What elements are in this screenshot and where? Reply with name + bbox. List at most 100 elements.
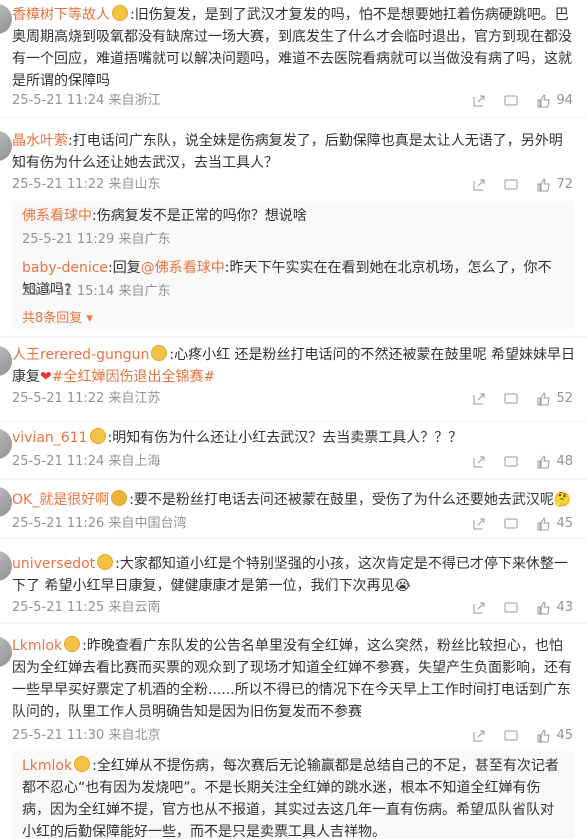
comment-text: Lkmlok:昨晚查看广东队发的公告名单里没有全红婵，这么突然，粉丝比较担心，也… xyxy=(12,635,575,723)
crown-badge-icon xyxy=(111,490,128,506)
username[interactable]: 晶水叶萦 xyxy=(12,133,68,149)
like-count: 52 xyxy=(556,391,573,406)
reply-prefix: :回复 xyxy=(108,260,141,276)
comment-icon[interactable] xyxy=(504,727,518,745)
reply-body: :全红婵从不提伤病，每次赛后无论输赢都是总结自己的不足，甚至有次记者都不忍心“也… xyxy=(22,758,559,839)
hashtag-link[interactable]: #全红婵因伤退出全锦赛# xyxy=(52,369,215,385)
reply-text: Lkmlok:全红婵从不提伤病，每次赛后无论输赢都是总结自己的不足，甚至有次记者… xyxy=(22,755,565,839)
comment-text: universedot:大家都知道小红是个特别坚强的小孩，这次肯定是不得已才停下… xyxy=(12,553,575,597)
username[interactable]: OK_就是很好啊 xyxy=(12,492,109,508)
comment-text: 香樟树下等故人:旧伤复发，是到了武汉才复发的吗，怕不是想要她扛着伤病硬跳吧。巴奥… xyxy=(12,4,575,92)
share-icon[interactable] xyxy=(472,92,486,110)
heart-icon: ❤ xyxy=(40,369,52,385)
comment-body: :打电话问广东队，说全妹是伤病复发了，后勤保障也真是太让人无语了，另外明知有伤为… xyxy=(12,133,563,171)
comment-text: vivian_611 :明知有伤为什么还让小红去武汉？去当卖票工具人？？？ xyxy=(12,427,575,449)
comment-actions: 43 xyxy=(458,599,573,618)
comment-feed: 香樟树下等故人:旧伤复发，是到了武汉才复发的吗，怕不是想要她扛着伤病硬跳吧。巴奥… xyxy=(0,0,587,839)
vip-badge-icon xyxy=(112,5,128,21)
like-button[interactable]: 94 xyxy=(536,92,573,111)
avatar[interactable] xyxy=(0,4,12,34)
comment-meta: 25-5-21 11:22 来自江苏 xyxy=(12,391,161,406)
comment-actions: 45 xyxy=(458,515,573,534)
comment-icon[interactable] xyxy=(504,390,518,408)
like-count: 45 xyxy=(556,516,573,531)
comment-item: Lkmlok:昨晚查看广东队发的公告名单里没有全红婵，这么突然，粉丝比较担心，也… xyxy=(0,623,587,839)
username[interactable]: universedot xyxy=(12,556,95,572)
vip-badge-icon xyxy=(74,756,91,772)
username[interactable]: Lkmlok xyxy=(12,638,62,654)
vip-badge-icon xyxy=(151,345,168,361)
comment-meta: 25-5-21 11:26 来自中国台湾 xyxy=(12,516,187,531)
comment-body: :大家都知道小红是个特别坚强的小孩，这次肯定是不得已才停下来休整一下了 希望小红… xyxy=(12,556,568,594)
comment-item: 人王rerered-gungun:心疼小红 还是粉丝打电话问的不然还被蒙在鼓里呢… xyxy=(0,336,587,422)
comment-text: OK_就是很好啊:要不是粉丝打电话去问还被蒙在鼓里，受伤了为什么还要她去武汉呢🤔 xyxy=(12,489,575,511)
comment-icon[interactable] xyxy=(504,515,518,533)
avatar[interactable] xyxy=(0,487,12,517)
comment-actions: 48 xyxy=(458,453,573,472)
comment-item: 香樟树下等故人:旧伤复发，是到了武汉才复发的吗，怕不是想要她扛着伤病硬跳吧。巴奥… xyxy=(0,0,587,118)
reply-body: :伤病复发不是正常的吗你？想说啥 xyxy=(92,208,307,224)
comment-item: 晶水叶萦:打电话问广东队，说全妹是伤病复发了，后勤保障也真是太让人无语了，另外明… xyxy=(0,117,587,337)
avatar[interactable] xyxy=(0,429,12,459)
comment-meta: 25-5-21 11:24 来自浙江 xyxy=(12,93,161,108)
crying-emoji-icon: 😭 xyxy=(394,578,411,594)
comment-item: universedot:大家都知道小红是个特别坚强的小孩，这次肯定是不得已才停下… xyxy=(0,537,587,624)
reply-meta: 25-5-21 11:29 来自广东 xyxy=(22,232,171,247)
share-icon[interactable] xyxy=(472,176,486,194)
username[interactable]: Lkmlok xyxy=(22,758,72,774)
avatar[interactable] xyxy=(0,551,12,581)
thinking-emoji-icon: 🤔 xyxy=(553,492,572,508)
like-button[interactable]: 72 xyxy=(536,176,573,195)
like-button[interactable]: 48 xyxy=(536,453,573,472)
mention-link[interactable]: @佛系看球中 xyxy=(141,260,225,276)
avatar[interactable] xyxy=(0,637,12,667)
share-icon[interactable] xyxy=(472,453,486,471)
like-button[interactable]: 52 xyxy=(536,390,573,409)
comment-icon[interactable] xyxy=(504,92,518,110)
comment-actions: 94 xyxy=(458,92,573,111)
username[interactable]: 人王rerered-gungun xyxy=(12,347,149,363)
avatar[interactable] xyxy=(0,131,12,161)
vip-badge-icon xyxy=(89,428,106,444)
like-button[interactable]: 45 xyxy=(536,727,573,746)
like-button[interactable]: 45 xyxy=(536,515,573,534)
more-replies-label: 共8条回复 xyxy=(22,311,83,326)
vip-badge-icon xyxy=(64,636,81,652)
like-button[interactable]: 43 xyxy=(536,599,573,618)
comment-meta: 25-5-21 11:30 来自北京 xyxy=(12,728,161,743)
comment-meta: 25-5-21 11:24 来自上海 xyxy=(12,454,161,469)
like-count: 72 xyxy=(556,177,573,192)
username[interactable]: vivian_611 xyxy=(12,430,88,446)
username[interactable]: 佛系看球中 xyxy=(22,208,92,224)
comment-icon[interactable] xyxy=(504,176,518,194)
reply-text: 佛系看球中:伤病复发不是正常的吗你？想说啥 xyxy=(22,205,565,227)
like-count: 43 xyxy=(556,600,573,615)
comment-actions: 52 xyxy=(458,390,573,409)
share-icon[interactable] xyxy=(472,599,486,617)
vip-badge-icon xyxy=(97,554,114,570)
comment-icon[interactable] xyxy=(504,599,518,617)
reply-meta: 25-5-21 15:14 来自广东 xyxy=(22,284,171,299)
reply-thread: Lkmlok:全红婵从不提伤病，每次赛后无论输赢都是总结自己的不足，甚至有次记者… xyxy=(12,751,575,839)
comment-body: :明知有伤为什么还让小红去武汉？去当卖票工具人？？？ xyxy=(107,430,463,446)
share-icon[interactable] xyxy=(472,390,486,408)
username[interactable]: 香樟树下等故人 xyxy=(12,7,110,23)
comment-item: vivian_611 :明知有伤为什么还让小红去武汉？去当卖票工具人？？？ 25-… xyxy=(0,421,587,480)
comment-text: 晶水叶萦:打电话问广东队，说全妹是伤病复发了，后勤保障也真是太让人无语了，另外明… xyxy=(12,130,575,174)
comment-text: 人王rerered-gungun:心疼小红 还是粉丝打电话问的不然还被蒙在鼓里呢… xyxy=(12,344,575,388)
comment-actions: 72 xyxy=(458,176,573,195)
share-icon[interactable] xyxy=(472,727,486,745)
more-replies-link[interactable]: 共8条回复 ▾ xyxy=(22,307,93,326)
avatar[interactable] xyxy=(0,346,12,376)
like-count: 45 xyxy=(556,728,573,743)
username[interactable]: baby-denice xyxy=(22,260,108,276)
share-icon[interactable] xyxy=(472,515,486,533)
like-count: 94 xyxy=(556,93,573,108)
chevron-down-icon: ▾ xyxy=(86,311,93,326)
comment-icon[interactable] xyxy=(504,453,518,471)
comment-meta: 25-5-21 11:22 来自山东 xyxy=(12,177,161,192)
comment-meta: 25-5-21 11:25 来自云南 xyxy=(12,600,161,615)
comment-body: :昨晚查看广东队发的公告名单里没有全红婵，这么突然，粉丝比较担心，也怕因为全红婵… xyxy=(12,638,572,720)
reply-thread: 佛系看球中:伤病复发不是正常的吗你？想说啥 25-5-21 11:29 来自广东… xyxy=(12,201,575,329)
like-count: 48 xyxy=(556,454,573,469)
